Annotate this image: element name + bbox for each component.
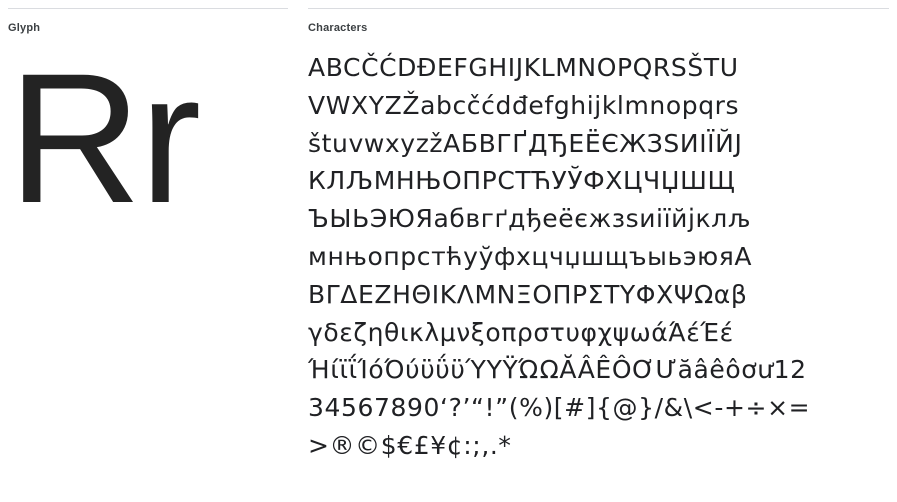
character-row: ΉίϊΐΊόΌύϋΰϋΎΥΫΏΩĂÂÊÔƠƯăâêôơư12 xyxy=(308,355,807,385)
character-set-list: ABCČĆDĐEFGHIJKLMNOPQRSŠTU VWXYZŽabcčćdđe… xyxy=(308,49,889,465)
font-specimen-page: Glyph Rr Characters ABCČĆDĐEFGHIJKLMNOPQ… xyxy=(0,0,897,502)
glyph-panel-label: Glyph xyxy=(8,22,41,34)
character-row: γδεζηθικλμνξοπρστυφχψωάΆέΈέ xyxy=(308,317,734,347)
characters-panel-divider xyxy=(308,8,889,9)
glyph-panel: Glyph Rr xyxy=(0,0,300,502)
character-row: ЪЫЬЭЮЯабвгґдђеёєжзѕиіїйјклљ xyxy=(308,204,751,234)
glyph-panel-divider xyxy=(8,8,288,9)
character-row: ΒΓΔΕΖΗΘΙΚΛΜΝΞΟΠΡΣΤΥΦΧΨΩαβ xyxy=(308,279,748,309)
characters-panel-label: Characters xyxy=(308,22,368,34)
character-row: 34567890‘?’“!”(%)[#]{@}/&\<-+÷×= xyxy=(308,393,811,423)
characters-panel: Characters ABCČĆDĐEFGHIJKLMNOPQRSŠTU VWX… xyxy=(300,0,897,502)
character-row: VWXYZŽabcčćdđefghijklmnopqrs xyxy=(308,90,740,120)
glyph-sample-text: Rr xyxy=(8,36,201,242)
character-row: ABCČĆDĐEFGHIJKLMNOPQRSŠTU xyxy=(308,53,739,82)
character-row: >®©$€£¥¢:;,.* xyxy=(308,430,512,460)
character-row: КЛЉМНЊОПРСТЋУЎФХЦЧЏШЩ xyxy=(308,166,736,196)
character-row: мнњопрстћуўфхцчџшщъыьэюяА xyxy=(308,241,753,271)
character-row: štuvwxyzžАБВГҐДЂЕЁЄЖЗЅИІЇЙJ xyxy=(308,128,743,158)
